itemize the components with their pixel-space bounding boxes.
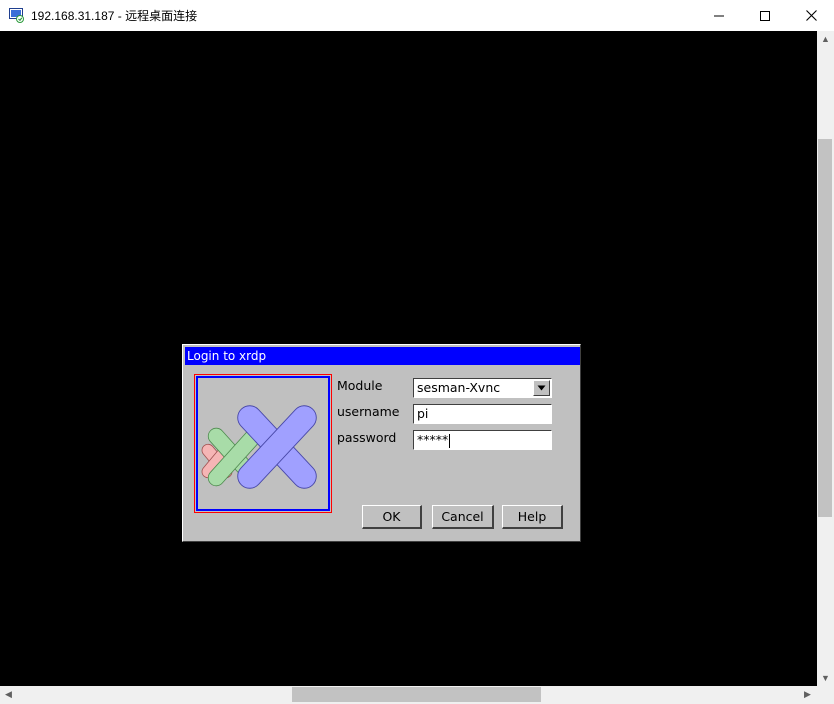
scroll-down-icon[interactable]: ▼ xyxy=(821,674,830,683)
maximize-icon xyxy=(760,10,770,21)
remote-desktop-icon xyxy=(9,8,25,23)
username-label: username xyxy=(337,404,400,419)
username-value: pi xyxy=(417,406,429,421)
help-button[interactable]: Help xyxy=(502,505,563,529)
horizontal-scroll-thumb[interactable] xyxy=(292,687,541,702)
dialog-title: Login to xrdp xyxy=(185,347,580,365)
remote-desktop-area[interactable]: Login to xrdp Module sesman-Xvnc usernam… xyxy=(0,31,817,686)
minimize-icon xyxy=(714,15,724,16)
window-titlebar[interactable]: 192.168.31.187 - 远程桌面连接 xyxy=(0,0,834,31)
minimize-button[interactable] xyxy=(696,0,742,31)
scrollbar-corner xyxy=(817,686,834,704)
scroll-left-icon[interactable]: ◀ xyxy=(5,690,12,699)
vertical-scroll-thumb[interactable] xyxy=(818,139,832,517)
password-field[interactable]: ***** xyxy=(413,430,552,450)
module-value: sesman-Xvnc xyxy=(417,380,501,395)
cancel-button[interactable]: Cancel xyxy=(432,505,494,529)
module-select[interactable]: sesman-Xvnc xyxy=(413,378,552,398)
username-field[interactable]: pi xyxy=(413,404,552,424)
xrdp-logo-frame xyxy=(194,374,332,513)
text-cursor xyxy=(449,433,451,448)
ok-button[interactable]: OK xyxy=(362,505,422,529)
chevron-down-icon xyxy=(537,385,546,391)
password-value: ***** xyxy=(417,432,449,447)
password-label: password xyxy=(337,430,397,445)
close-icon xyxy=(805,10,817,21)
module-label: Module xyxy=(337,378,383,393)
scroll-up-icon[interactable]: ▲ xyxy=(821,35,830,44)
scroll-right-icon[interactable]: ▶ xyxy=(804,690,811,699)
window-title: 192.168.31.187 - 远程桌面连接 xyxy=(31,9,198,23)
logo-inner-border xyxy=(197,377,329,510)
maximize-button[interactable] xyxy=(742,0,788,31)
xrdp-login-dialog: Login to xrdp Module sesman-Xvnc usernam… xyxy=(182,344,581,542)
module-dropdown-button[interactable] xyxy=(533,380,550,396)
close-button[interactable] xyxy=(788,0,834,31)
